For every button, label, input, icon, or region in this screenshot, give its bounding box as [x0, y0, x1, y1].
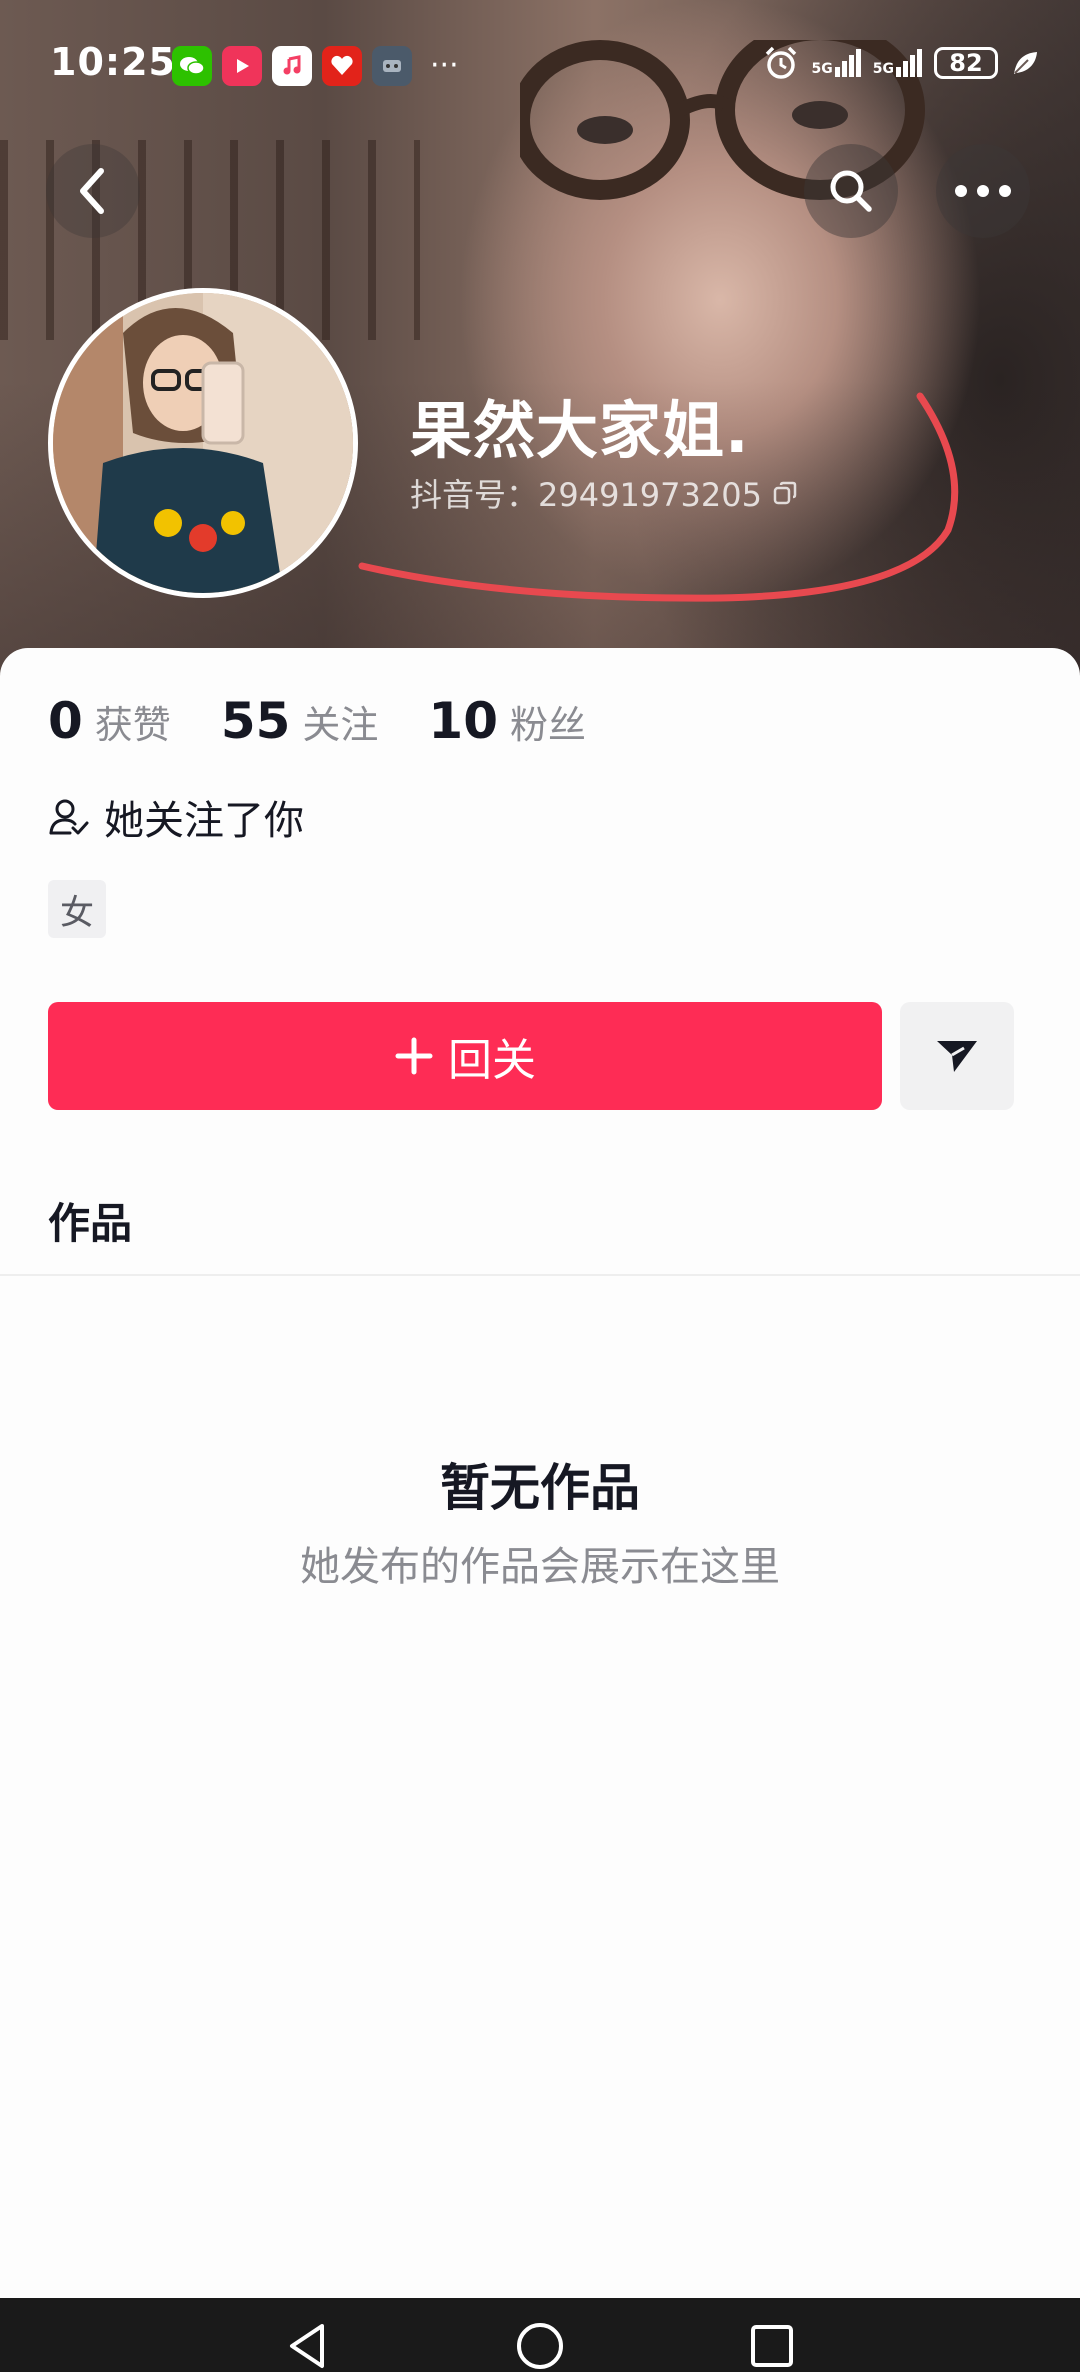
stat-followers[interactable]: 10 粉丝: [428, 692, 586, 750]
chevron-left-icon: [80, 168, 104, 214]
gender-tag: 女: [48, 880, 106, 938]
battery-icon: 82: [934, 47, 998, 79]
more-notifications-icon: ···: [430, 48, 459, 83]
profile-card: 0 获赞 55 关注 10 粉丝 她关注了你 女 回关 作品 暂无作品 她发布的…: [0, 648, 1080, 2298]
send-message-button[interactable]: [900, 1002, 1014, 1110]
avatar[interactable]: [48, 288, 358, 598]
music-app-icon: [272, 46, 312, 86]
status-bar: 10:25 ··· 5G 5G 82: [0, 0, 1080, 130]
follows-you-indicator: 她关注了你: [48, 788, 304, 846]
stat-following[interactable]: 55 关注: [221, 692, 379, 750]
signal-icon-1: 5G: [812, 49, 861, 77]
tab-works[interactable]: 作品: [48, 1190, 132, 1251]
follow-back-button[interactable]: 回关: [48, 1002, 882, 1110]
game-app-icon: [372, 46, 412, 86]
empty-state-title: 暂无作品: [440, 1459, 640, 1517]
nav-back-icon[interactable]: [282, 2320, 332, 2372]
nav-home-icon[interactable]: [514, 2320, 566, 2372]
notification-icons: ···: [172, 46, 459, 86]
avatar-photo: [53, 293, 353, 593]
profile-stats: 0 获赞 55 关注 10 粉丝: [48, 692, 586, 750]
leaf-icon: [1014, 52, 1037, 74]
wechat-icon: [172, 46, 212, 86]
user-check-icon: [49, 799, 89, 835]
search-icon: [830, 170, 872, 212]
follow-back-label: 回关: [448, 1035, 536, 1086]
shopping-app-icon: [322, 46, 362, 86]
status-time: 10:25: [50, 40, 176, 84]
signal-icon-2: 5G: [873, 49, 922, 77]
alarm-icon: [765, 46, 796, 79]
tab-divider: [0, 1274, 1080, 1276]
ellipsis-icon: [955, 185, 1011, 197]
send-icon: [937, 1041, 977, 1072]
video-app-icon: [222, 46, 262, 86]
stat-likes[interactable]: 0 获赞: [48, 692, 171, 750]
empty-state-subtitle: 她发布的作品会展示在这里: [300, 1544, 780, 1590]
search-button[interactable]: [804, 144, 898, 238]
follows-you-text: 她关注了你: [104, 798, 304, 844]
system-icons: 5G 5G 82: [762, 44, 1040, 82]
more-options-button[interactable]: [936, 144, 1030, 238]
plus-icon: [395, 1037, 433, 1075]
system-navigation-bar: [0, 2298, 1080, 2372]
red-underline-annotation: [358, 392, 959, 602]
back-button[interactable]: [46, 144, 140, 238]
nav-recents-icon[interactable]: [746, 2320, 798, 2372]
